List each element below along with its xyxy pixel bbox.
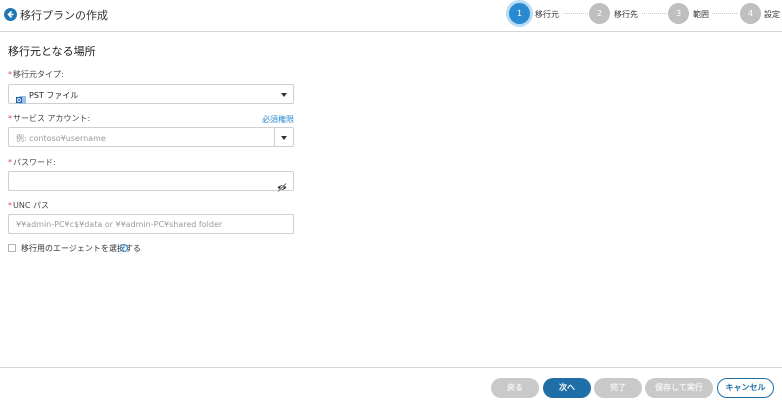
next-button[interactable]: 次へ <box>543 378 591 398</box>
step-connector <box>642 13 667 14</box>
chevron-down-icon <box>281 93 287 97</box>
source-type-value: PST ファイル <box>29 91 79 100</box>
outlook-pst-icon <box>16 90 26 104</box>
required-mark: * <box>8 201 12 210</box>
unc-path-label-text: UNC パス <box>13 201 49 210</box>
agent-checkbox[interactable] <box>8 244 16 252</box>
service-account-label: *サービス アカウント: <box>8 113 90 124</box>
step-4-circle: 4 <box>740 3 761 24</box>
step-1-circle: 1 <box>509 3 530 24</box>
service-account-label-text: サービス アカウント: <box>13 114 91 123</box>
service-account-input[interactable]: 例: contoso¥username <box>8 127 294 147</box>
step-1-label: 移行元 <box>535 10 559 19</box>
step-4-label: 設定 <box>764 10 780 19</box>
source-type-label: *移行元タイプ: <box>8 69 64 80</box>
back-button[interactable]: 戻る <box>491 378 539 398</box>
step-3-circle: 3 <box>668 3 689 24</box>
step-3-label: 範囲 <box>693 10 709 19</box>
eye-slash-icon[interactable] <box>277 177 287 196</box>
save-and-run-button[interactable]: 保存して実行 <box>645 378 713 398</box>
unc-path-input[interactable]: ¥¥admin-PC¥c$¥data or ¥¥admin-PC¥shared … <box>8 214 294 234</box>
unc-path-placeholder: ¥¥admin-PC¥c$¥data or ¥¥admin-PC¥shared … <box>16 220 223 229</box>
chevron-down-icon[interactable] <box>281 136 287 140</box>
step-connector <box>563 13 588 14</box>
password-label-text: パスワード: <box>13 158 56 167</box>
header: 移行プランの作成 1 移行元 2 移行先 3 範囲 4 設定 <box>0 0 782 32</box>
password-label: *パスワード: <box>8 157 56 168</box>
back-arrow-icon[interactable] <box>4 8 17 21</box>
password-field[interactable] <box>8 171 294 193</box>
migration-plan-page: 移行プランの作成 1 移行元 2 移行先 3 範囲 4 設定 移行元となる場所 … <box>0 0 782 400</box>
source-type-select[interactable]: PST ファイル <box>8 84 294 104</box>
wizard-steps: 1 移行元 2 移行先 3 範囲 4 設定 <box>508 3 782 25</box>
footer: 戻る 次へ 完了 保存して実行 キャンセル <box>0 367 782 400</box>
cancel-button[interactable]: キャンセル <box>717 378 774 398</box>
required-mark: * <box>8 70 12 79</box>
required-mark: * <box>8 114 12 123</box>
finish-button[interactable]: 完了 <box>594 378 642 398</box>
dropdown-divider <box>274 128 275 146</box>
step-2-circle: 2 <box>589 3 610 24</box>
required-permissions-link[interactable]: 必須権限 <box>262 114 294 125</box>
required-mark: * <box>8 158 12 167</box>
unc-path-label: *UNC パス <box>8 200 49 211</box>
step-connector <box>712 13 737 14</box>
page-title: 移行プランの作成 <box>20 9 108 22</box>
service-account-placeholder: 例: contoso¥username <box>16 134 106 143</box>
info-icon[interactable]: i <box>120 244 128 252</box>
section-title: 移行元となる場所 <box>8 45 96 58</box>
step-2-label: 移行先 <box>614 10 638 19</box>
source-type-label-text: 移行元タイプ: <box>13 70 64 79</box>
